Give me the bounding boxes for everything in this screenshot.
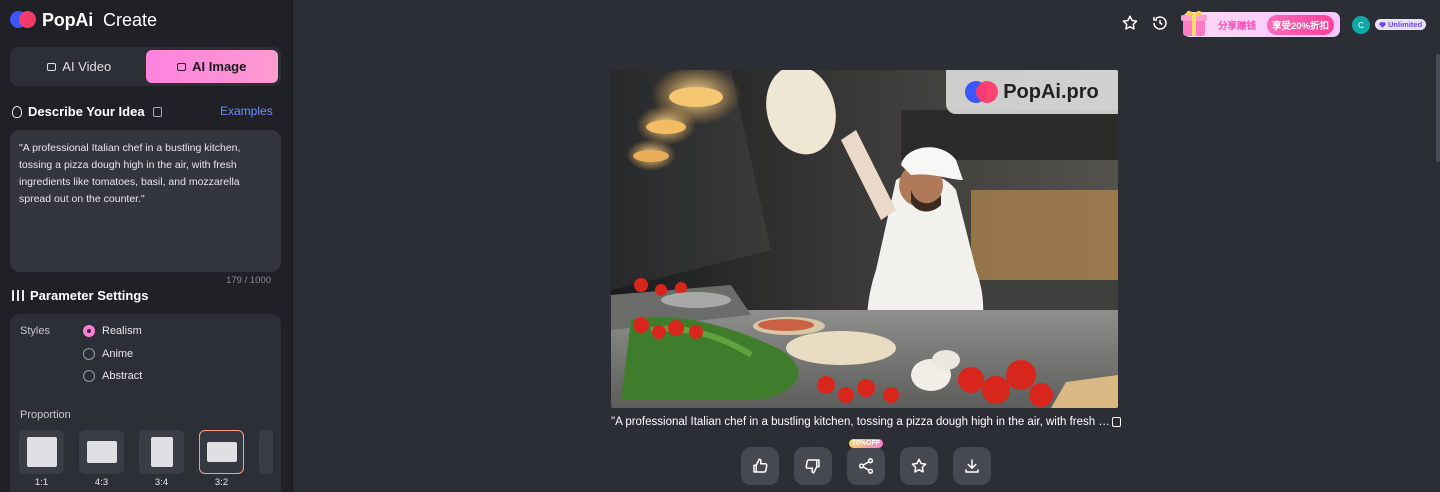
style-label: Realism — [102, 325, 142, 337]
tab-ai-image[interactable]: AI Image — [145, 50, 278, 83]
download-button[interactable] — [953, 447, 991, 485]
style-label: Abstract — [102, 370, 143, 382]
watermark: PopAi.pro — [946, 70, 1118, 114]
lightbulb-icon — [12, 105, 22, 118]
scrollbar[interactable] — [1436, 54, 1440, 162]
ratio-label: 1:1 — [34, 477, 49, 488]
ratio-1-1[interactable] — [19, 430, 64, 474]
ratio-label: 3:4 — [154, 477, 169, 488]
video-icon — [47, 62, 57, 71]
star-icon — [911, 458, 927, 473]
char-counter: 179 / 1000 — [226, 275, 271, 286]
diamond-icon — [1379, 21, 1386, 28]
styles-label: Styles — [20, 325, 50, 337]
ratio-more[interactable] — [259, 430, 273, 474]
wide-shape-icon — [206, 442, 237, 462]
history-icon[interactable] — [1150, 13, 1170, 33]
dislike-button[interactable] — [794, 447, 832, 485]
like-button[interactable] — [741, 447, 779, 485]
brand[interactable]: PopAi Create — [10, 9, 157, 31]
prompt-input[interactable]: "A professional Italian chef in a bustli… — [10, 130, 281, 272]
portrait-shape-icon — [150, 437, 173, 467]
promo-discount-button[interactable]: 享受20%折扣 — [1267, 14, 1335, 35]
radio-icon — [83, 348, 95, 360]
examples-link[interactable]: Examples — [220, 104, 273, 118]
caption-text: "A professional Italian chef in a bustli… — [611, 416, 1110, 428]
promo-text: 分享赚钱 — [1218, 20, 1257, 32]
ratio-4-3[interactable] — [79, 430, 124, 474]
gift-icon — [1181, 10, 1207, 36]
square-shape-icon — [26, 437, 57, 467]
share-discount-badge: 20%OFF — [849, 439, 884, 448]
ratio-3-2[interactable] — [199, 430, 244, 474]
plan-badge[interactable]: Unlimited — [1375, 19, 1427, 30]
share-icon — [858, 458, 874, 474]
sliders-icon — [12, 290, 24, 301]
brand-section: Create — [103, 9, 158, 30]
avatar[interactable]: C — [1352, 16, 1370, 34]
image-icon — [177, 62, 187, 71]
tab-label: AI Image — [192, 59, 247, 74]
ratio-label: 3:2 — [214, 477, 229, 488]
tab-label: AI Video — [62, 59, 112, 74]
tab-ai-video[interactable]: AI Video — [13, 50, 146, 83]
parameter-settings-heading: Parameter Settings — [12, 288, 149, 303]
describe-idea-heading: Describe Your Idea — [12, 104, 162, 119]
thumbs-up-icon — [753, 458, 768, 473]
ratio-label: 4:3 — [94, 477, 109, 488]
radio-icon — [83, 370, 95, 382]
brand-name: PopAi — [42, 9, 93, 30]
parameter-settings-title: Parameter Settings — [30, 288, 149, 303]
landscape-shape-icon — [86, 441, 117, 463]
popai-logo-icon — [10, 10, 38, 30]
favorite-button[interactable] — [900, 447, 938, 485]
download-icon — [965, 459, 979, 473]
promo-banner[interactable]: 分享赚钱 享受20%折扣 — [1181, 10, 1340, 37]
share-button[interactable]: 20%OFF — [847, 439, 885, 485]
copy-icon[interactable] — [1112, 417, 1121, 427]
watermark-text: PopAi.pro — [1003, 80, 1099, 103]
mode-switch: AI Video AI Image — [10, 47, 281, 86]
copy-icon[interactable] — [152, 106, 162, 117]
parameter-panel: Styles Realism Anime Abstract Proportion… — [10, 314, 281, 492]
image-caption: "A professional Italian chef in a bustli… — [611, 416, 1121, 428]
style-option-realism[interactable]: Realism — [83, 325, 142, 337]
image-actions: 20%OFF — [741, 439, 991, 485]
radio-icon — [83, 325, 95, 337]
describe-idea-title: Describe Your Idea — [28, 104, 145, 119]
style-option-abstract[interactable]: Abstract — [83, 370, 142, 382]
popai-logo-icon — [965, 79, 999, 105]
ratio-3-4[interactable] — [139, 430, 184, 474]
top-toolbar — [1120, 13, 1170, 33]
style-label: Anime — [102, 348, 134, 360]
favorites-star-icon[interactable] — [1120, 13, 1140, 33]
style-option-anime[interactable]: Anime — [83, 348, 133, 360]
thumbs-down-icon — [805, 459, 820, 474]
sidebar: PopAi Create AI Video AI Image Describe … — [0, 0, 293, 492]
proportion-label: Proportion — [20, 409, 71, 421]
plan-label: Unlimited — [1388, 20, 1423, 29]
chef-pizza-photo — [611, 70, 1118, 408]
generated-image[interactable]: PopAi.pro — [611, 70, 1118, 408]
